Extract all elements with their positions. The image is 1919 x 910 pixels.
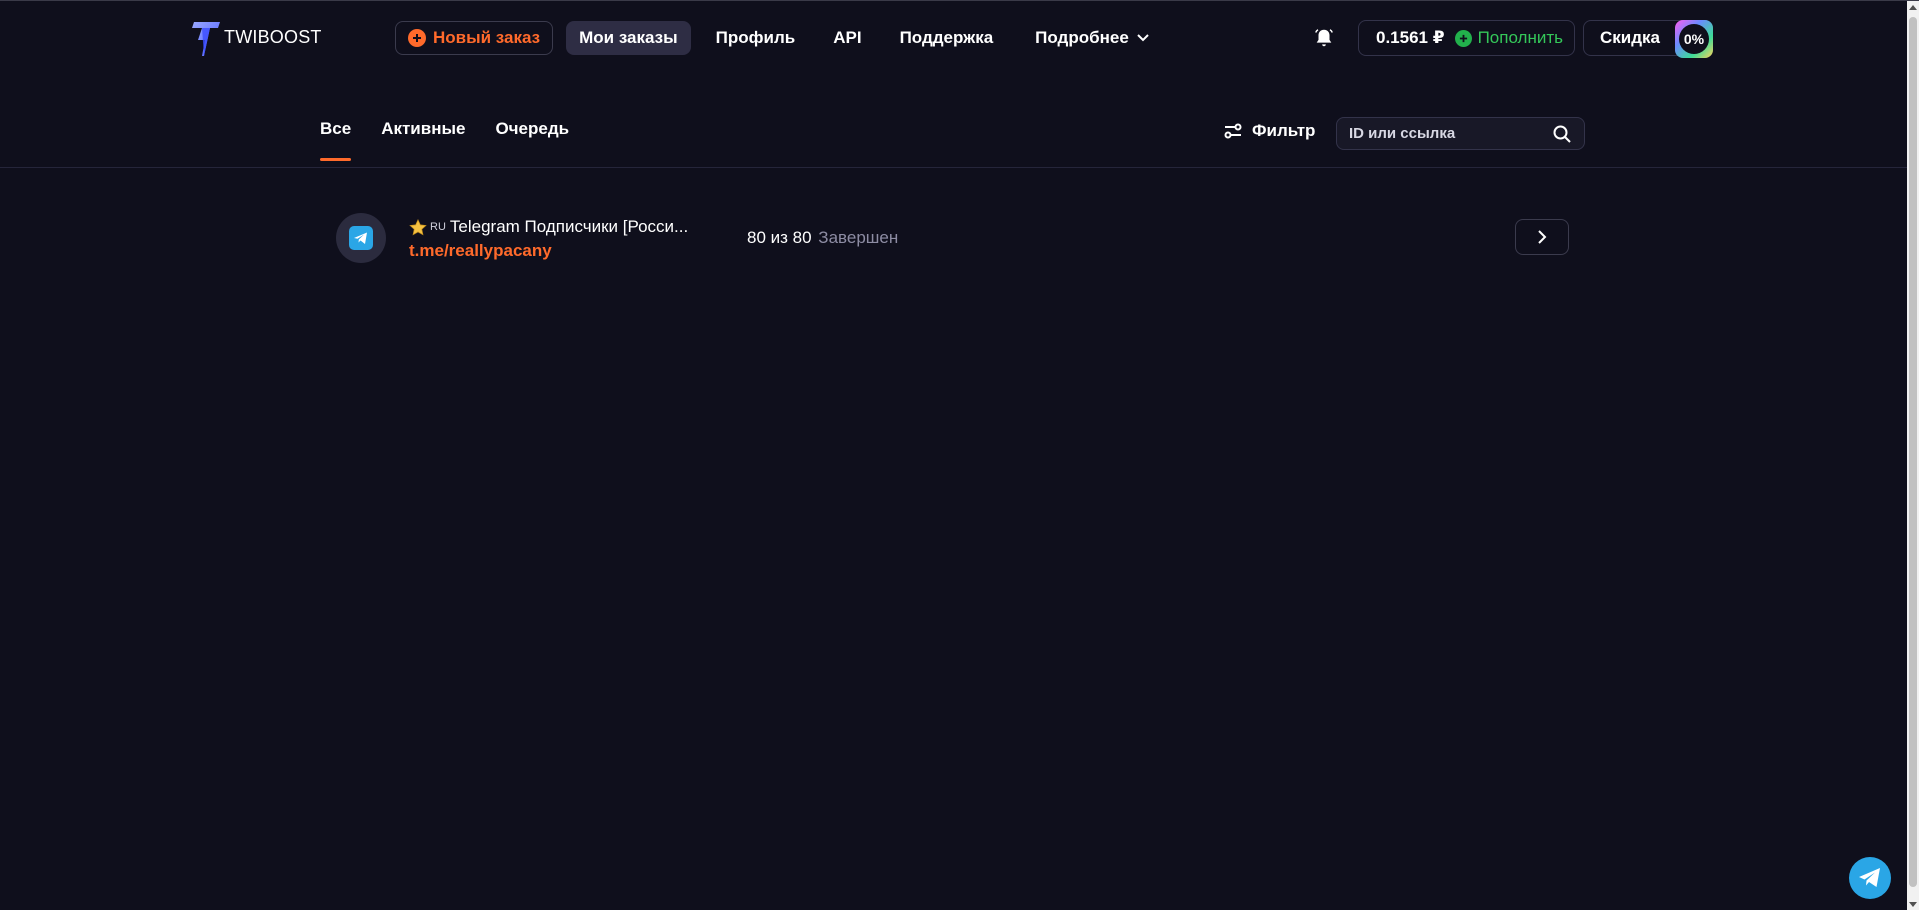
topup-button[interactable]: Пополнить xyxy=(1454,28,1563,48)
nav-support[interactable]: Поддержка xyxy=(887,21,1007,55)
progress-count: 80 из 80 xyxy=(747,228,812,247)
order-title-text: Telegram Подписчики [Росси... xyxy=(449,217,689,236)
page: TWIBOOST Новый заказ Мои заказы Профиль … xyxy=(0,0,1919,910)
order-row[interactable]: RU Telegram Подписчики [Росси... t.me/re… xyxy=(336,211,1569,263)
tabs-divider xyxy=(0,167,1907,168)
plus-circle-icon xyxy=(1454,29,1472,47)
nav-profile[interactable]: Профиль xyxy=(703,21,809,55)
scroll-down-arrow[interactable] xyxy=(1909,902,1917,907)
bell-icon[interactable] xyxy=(1313,27,1335,49)
balance-widget: 0.1561 ₽ Пополнить xyxy=(1358,20,1575,56)
service-avatar xyxy=(336,213,386,263)
search-icon[interactable] xyxy=(1552,124,1572,144)
status-badge: Завершен xyxy=(818,228,899,247)
new-order-button[interactable]: Новый заказ xyxy=(395,21,554,55)
order-progress: 80 из 80 Завершен xyxy=(747,228,898,248)
telegram-support-button[interactable] xyxy=(1849,857,1891,899)
order-title: RU Telegram Подписчики [Росси... xyxy=(409,217,688,237)
telegram-icon xyxy=(1859,868,1880,887)
chevron-right-icon xyxy=(1538,230,1547,244)
tab-all[interactable]: Все xyxy=(320,119,352,161)
chevron-down-icon xyxy=(1137,34,1149,42)
filter-button[interactable]: Фильтр xyxy=(1224,121,1315,141)
region-badge: RU xyxy=(430,221,446,233)
order-link[interactable]: t.me/reallypacany xyxy=(409,241,552,261)
balance-value: 0.1561 ₽ xyxy=(1376,28,1445,47)
order-tabs: Все Активные Очередь xyxy=(320,119,599,161)
main-nav: Новый заказ Мои заказы Профиль API Подде… xyxy=(395,20,1162,56)
open-order-button[interactable] xyxy=(1515,219,1569,255)
tab-active[interactable]: Активные xyxy=(381,119,465,159)
scrollbar[interactable] xyxy=(1907,1,1919,910)
discount-value: 0% xyxy=(1683,31,1705,47)
topup-label: Пополнить xyxy=(1477,28,1563,47)
nav-more[interactable]: Подробнее xyxy=(1022,21,1162,55)
nav-api[interactable]: API xyxy=(820,21,874,55)
tab-queue[interactable]: Очередь xyxy=(495,119,569,159)
logo-text: TWIBOOST xyxy=(224,26,322,47)
logo-bolt-icon xyxy=(192,22,220,56)
nav-more-label: Подробнее xyxy=(1035,28,1129,47)
star-icon xyxy=(409,218,427,235)
nav-my-orders[interactable]: Мои заказы xyxy=(566,21,691,55)
filter-label: Фильтр xyxy=(1252,121,1316,140)
logo[interactable]: TWIBOOST xyxy=(192,19,322,59)
discount-button[interactable]: Скидка 0% xyxy=(1583,20,1713,58)
search-input[interactable] xyxy=(1337,117,1552,150)
telegram-icon xyxy=(349,226,373,250)
scroll-thumb[interactable] xyxy=(1909,17,1917,887)
search-box xyxy=(1336,117,1585,150)
scroll-up-arrow[interactable] xyxy=(1909,5,1917,10)
filter-icon xyxy=(1224,123,1242,139)
plus-circle-icon xyxy=(408,29,426,47)
new-order-label: Новый заказ xyxy=(433,28,541,47)
discount-ring: 0% xyxy=(1675,20,1713,58)
discount-label: Скидка xyxy=(1600,28,1660,47)
